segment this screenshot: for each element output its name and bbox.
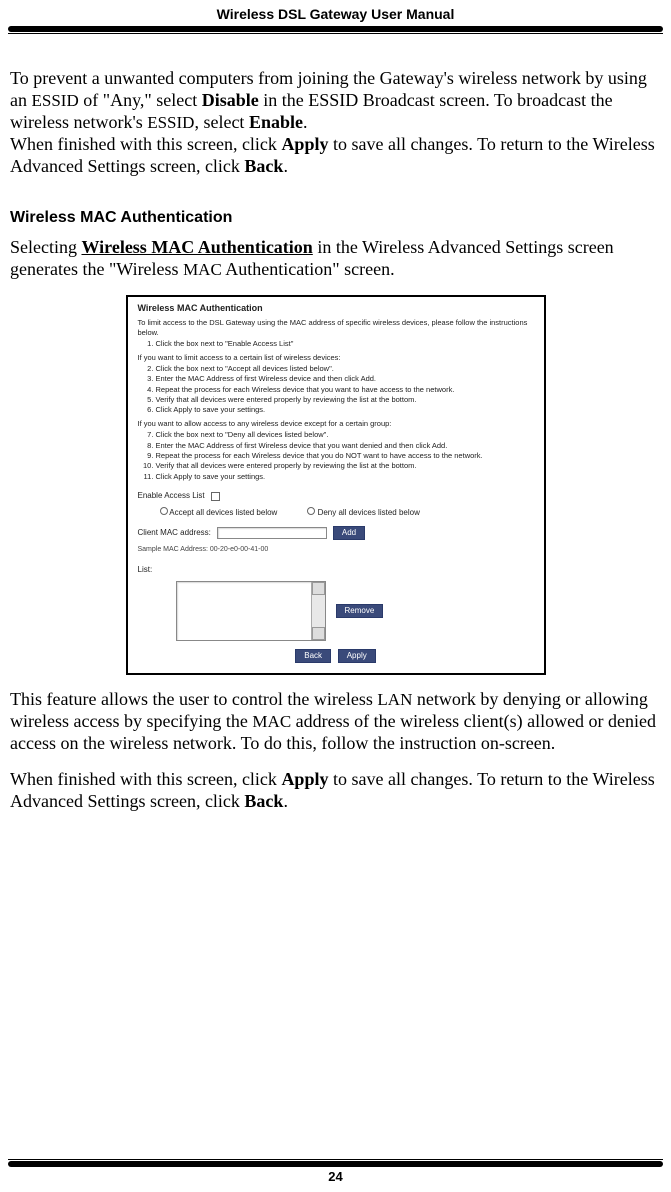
text: Selecting [10, 237, 81, 257]
mac-term: MAC [252, 712, 291, 731]
ss-step: Repeat the process for each Wireless dev… [156, 385, 534, 394]
ss-step: Repeat the process for each Wireless dev… [156, 451, 534, 460]
deny-radio[interactable] [307, 507, 315, 515]
ss-radio-group: Accept all devices listed below Deny all… [160, 507, 534, 518]
essid-term: ESSID [32, 91, 79, 110]
apply-button[interactable]: Apply [338, 649, 376, 663]
essid-term: ESSID [147, 113, 194, 132]
paragraph-selecting: Selecting Wireless MAC Authentication in… [10, 237, 661, 281]
text: When finished with this screen, click [10, 134, 281, 154]
ss-enable-row: Enable Access List [138, 491, 534, 501]
disable-term: Disable [202, 90, 259, 110]
accept-radio-label: Accept all devices listed below [169, 508, 277, 517]
page: Wireless DSL Gateway User Manual To prev… [0, 0, 671, 1192]
scroll-down-icon[interactable] [312, 627, 325, 640]
remove-button[interactable]: Remove [336, 604, 384, 618]
enable-access-list-checkbox[interactable] [211, 492, 220, 501]
body: To prevent a unwanted computers from joi… [8, 42, 663, 813]
ss-enable-label: Enable Access List [138, 491, 205, 501]
ss-radio-accept-wrap: Accept all devices listed below [160, 507, 278, 518]
add-button[interactable]: Add [333, 526, 365, 540]
listbox-scrollbar[interactable] [311, 582, 325, 640]
embedded-screenshot: Wireless MAC Authentication To limit acc… [126, 295, 546, 675]
footer: 24 [8, 1159, 663, 1184]
ss-step: Click the box next to "Deny all devices … [156, 430, 534, 439]
mac-listbox[interactable] [176, 581, 326, 641]
back-term: Back [244, 156, 283, 176]
text: Authentication" screen. [222, 259, 395, 279]
ss-step1-list: Click the box next to "Enable Access Lis… [156, 339, 534, 348]
text: , select [194, 112, 248, 132]
paragraph-apply: When finished with this screen, click Ap… [10, 134, 661, 178]
paragraph-feature: This feature allows the user to control … [10, 689, 661, 755]
header-rule [8, 26, 663, 42]
scroll-up-icon[interactable] [312, 582, 325, 595]
list-label: List: [138, 565, 166, 575]
ss-step: Verify that all devices were entered pro… [156, 395, 534, 404]
ss-step: Verify that all devices were entered pro… [156, 461, 534, 470]
back-term: Back [244, 791, 283, 811]
ss-grpA-list: Click the box next to "Accept all device… [156, 364, 534, 415]
apply-term: Apply [281, 134, 328, 154]
ss-radio-deny-wrap: Deny all devices listed below [307, 507, 420, 518]
ss-grpA-intro: If you want to limit access to a certain… [138, 353, 534, 362]
enable-term: Enable [249, 112, 303, 132]
lan-term: LAN [377, 690, 412, 709]
text: . [283, 156, 288, 176]
deny-radio-label: Deny all devices listed below [318, 508, 420, 517]
wireless-mac-auth-link: Wireless MAC Authentication [81, 237, 312, 257]
ss-step: Enter the MAC Address of first Wireless … [156, 441, 534, 450]
sample-mac-text: Sample MAC Address: 00-20-e0-00-41-00 [138, 546, 534, 555]
mac-address-input[interactable] [217, 527, 327, 539]
text: This feature allows the user to control … [10, 689, 377, 709]
paragraph-apply2: When finished with this screen, click Ap… [10, 769, 661, 813]
paragraph-essid: To prevent a unwanted computers from joi… [10, 68, 661, 134]
ss-intro: To limit access to the DSL Gateway using… [138, 318, 534, 337]
section-heading: Wireless MAC Authentication [10, 208, 661, 228]
ss-grpB-intro: If you want to allow access to any wirel… [138, 419, 534, 428]
mac-address-label: Client MAC address: [138, 528, 211, 538]
apply-term: Apply [281, 769, 328, 789]
text: of "Any," select [79, 90, 202, 110]
back-button[interactable]: Back [295, 649, 331, 663]
ss-listbox-row: Remove [138, 581, 534, 641]
ss-title: Wireless MAC Authentication [138, 303, 534, 314]
ss-step: Click the box next to "Accept all device… [156, 364, 534, 373]
mac-term: MAC [183, 260, 222, 279]
page-number: 24 [8, 1169, 663, 1184]
page-header-title: Wireless DSL Gateway User Manual [8, 6, 663, 26]
text: . [303, 112, 308, 132]
text: When finished with this screen, click [10, 769, 281, 789]
text: . [283, 791, 288, 811]
ss-step: Enter the MAC Address of first Wireless … [156, 374, 534, 383]
ss-step: Click Apply to save your settings. [156, 405, 534, 414]
ss-bottom-buttons: Back Apply [138, 649, 534, 663]
ss-step: Click the box next to "Enable Access Lis… [156, 339, 534, 348]
ss-step: Click Apply to save your settings. [156, 472, 534, 481]
ss-list-row: List: [138, 565, 534, 575]
ss-grpB-list: Click the box next to "Deny all devices … [156, 430, 534, 481]
accept-radio[interactable] [160, 507, 168, 515]
ss-mac-row: Client MAC address: Add [138, 526, 534, 540]
